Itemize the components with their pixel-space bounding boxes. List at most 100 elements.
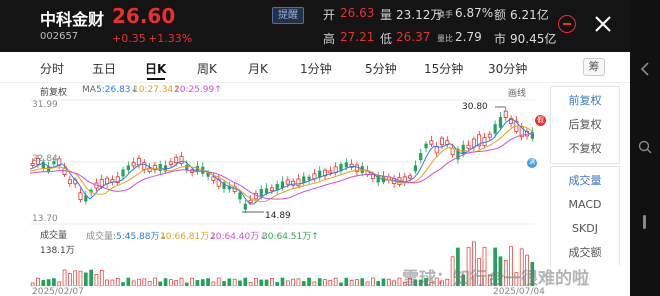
tab-30min[interactable]: 30分钟 bbox=[488, 60, 527, 77]
candle-body bbox=[41, 161, 45, 169]
candle-body bbox=[450, 147, 455, 156]
candle-body bbox=[142, 162, 147, 170]
volume-bar bbox=[344, 277, 349, 286]
ma5-value: 5:26.83↓ bbox=[96, 85, 139, 95]
volume-bar bbox=[397, 277, 402, 286]
option-backward-adjust[interactable]: 后复权 bbox=[551, 112, 619, 138]
volume-bar bbox=[163, 278, 168, 286]
date-start: 2025/02/07 bbox=[32, 287, 84, 296]
mktcap-value: 90.45亿 bbox=[510, 32, 557, 46]
tab-monthly-k[interactable]: 月K bbox=[248, 60, 268, 77]
volume-bar bbox=[323, 279, 327, 286]
volume-bar bbox=[270, 278, 274, 286]
candle-body bbox=[434, 146, 439, 154]
volume-bar bbox=[195, 280, 200, 286]
volume-bar bbox=[169, 279, 173, 286]
tab-five-day[interactable]: 五日 bbox=[92, 60, 116, 77]
turnover-value: 6.87% bbox=[455, 6, 494, 20]
price-change: +0.35 bbox=[112, 32, 146, 45]
volume-bar bbox=[291, 278, 295, 286]
candle-body bbox=[243, 203, 247, 210]
volume-bar bbox=[94, 274, 99, 286]
quote-header: 中科金财 002657 26.60 +0.35 +1.33% 提醒 开 26.6… bbox=[0, 0, 630, 52]
pin-badge-icon[interactable]: 满 bbox=[527, 158, 537, 168]
option-forward-adjust[interactable]: 前复权 bbox=[551, 88, 619, 114]
volume-bar bbox=[131, 280, 136, 286]
candle-body bbox=[466, 144, 471, 149]
event-badge-icon[interactable]: 假 bbox=[535, 115, 546, 126]
candle-body bbox=[179, 156, 184, 164]
candle-body bbox=[296, 178, 301, 187]
candle-body bbox=[424, 143, 428, 149]
volume-bar bbox=[190, 277, 194, 286]
candle-body bbox=[238, 192, 242, 200]
period-tabs: 分时 五日 日K 周K 月K 1分钟 5分钟 15分钟 30分钟 筹 bbox=[0, 52, 630, 83]
volume-bar bbox=[333, 277, 338, 286]
volratio-label: 量比 bbox=[437, 34, 453, 43]
chevron-left-icon[interactable] bbox=[639, 62, 651, 76]
candle-body bbox=[487, 133, 492, 138]
volume-bar bbox=[349, 280, 354, 286]
volume-bar bbox=[328, 280, 333, 286]
tab-5min[interactable]: 5分钟 bbox=[365, 60, 397, 77]
kline-chart[interactable] bbox=[30, 98, 550, 226]
candle-body bbox=[158, 164, 162, 171]
option-skdj[interactable]: SKDJ bbox=[551, 216, 619, 242]
volume-bar bbox=[179, 277, 184, 286]
high-mark-label: 30.80 bbox=[462, 102, 488, 112]
option-no-adjust[interactable]: 不复权 bbox=[551, 136, 619, 162]
candle-body bbox=[168, 161, 173, 165]
volume-value: 23.12万 bbox=[396, 8, 443, 22]
volume-bar bbox=[211, 281, 216, 286]
scroll-handle[interactable] bbox=[643, 215, 646, 229]
option-amount[interactable]: 成交额 bbox=[551, 240, 619, 266]
candle-body bbox=[328, 170, 333, 174]
tab-weekly-k[interactable]: 周K bbox=[197, 60, 217, 77]
option-volume[interactable]: 成交量 bbox=[551, 168, 619, 194]
candle-body bbox=[307, 176, 311, 180]
volume-bar bbox=[52, 278, 56, 286]
candle-body bbox=[408, 175, 413, 179]
mktcap-label: 市 bbox=[494, 32, 507, 46]
high-value: 27.21 bbox=[340, 30, 375, 44]
candle-body bbox=[429, 140, 434, 145]
search-icon[interactable] bbox=[638, 140, 652, 154]
ma-prefix: MA bbox=[82, 85, 96, 95]
candle-body bbox=[136, 157, 141, 166]
volume-bar bbox=[296, 278, 301, 286]
watermark-text: 雪球：知行合一很难的啦 bbox=[402, 269, 589, 289]
volume-bar bbox=[110, 279, 115, 286]
volume-bar bbox=[68, 273, 72, 286]
turnover-label: 换手 bbox=[437, 10, 453, 19]
adjust-mode-label[interactable]: 前复权 bbox=[40, 85, 67, 98]
alert-button[interactable]: 提醒 bbox=[272, 7, 304, 24]
volume-bar bbox=[392, 280, 396, 286]
volume-bar bbox=[222, 281, 226, 286]
close-icon[interactable] bbox=[595, 16, 611, 32]
volratio-value: 2.79 bbox=[455, 30, 482, 44]
candle-body bbox=[52, 161, 56, 165]
candle-body bbox=[131, 162, 136, 167]
volume-bar bbox=[99, 270, 104, 286]
tab-daily-k[interactable]: 日K bbox=[145, 60, 166, 77]
volume-bar bbox=[83, 272, 88, 286]
volume-bar bbox=[227, 278, 232, 286]
candle-body bbox=[248, 199, 253, 203]
volume-bar bbox=[184, 282, 189, 286]
volume-bar bbox=[78, 270, 83, 286]
tab-15min[interactable]: 15分钟 bbox=[424, 60, 463, 77]
remove-watchlist-icon[interactable] bbox=[558, 15, 576, 33]
candle-body bbox=[498, 116, 503, 128]
candle-body bbox=[30, 163, 35, 166]
tab-1min[interactable]: 1分钟 bbox=[300, 60, 332, 77]
tab-intraday[interactable]: 分时 bbox=[40, 60, 64, 77]
volume-bar bbox=[360, 278, 365, 286]
candle-body bbox=[99, 178, 104, 187]
candle-body bbox=[269, 187, 274, 192]
stock-code: 002657 bbox=[40, 31, 79, 42]
candle-body bbox=[67, 179, 72, 185]
chip-distribution-button[interactable]: 筹 bbox=[583, 58, 605, 76]
volume-bar bbox=[46, 279, 51, 286]
option-macd[interactable]: MACD bbox=[551, 192, 619, 218]
candle-body bbox=[344, 162, 348, 168]
